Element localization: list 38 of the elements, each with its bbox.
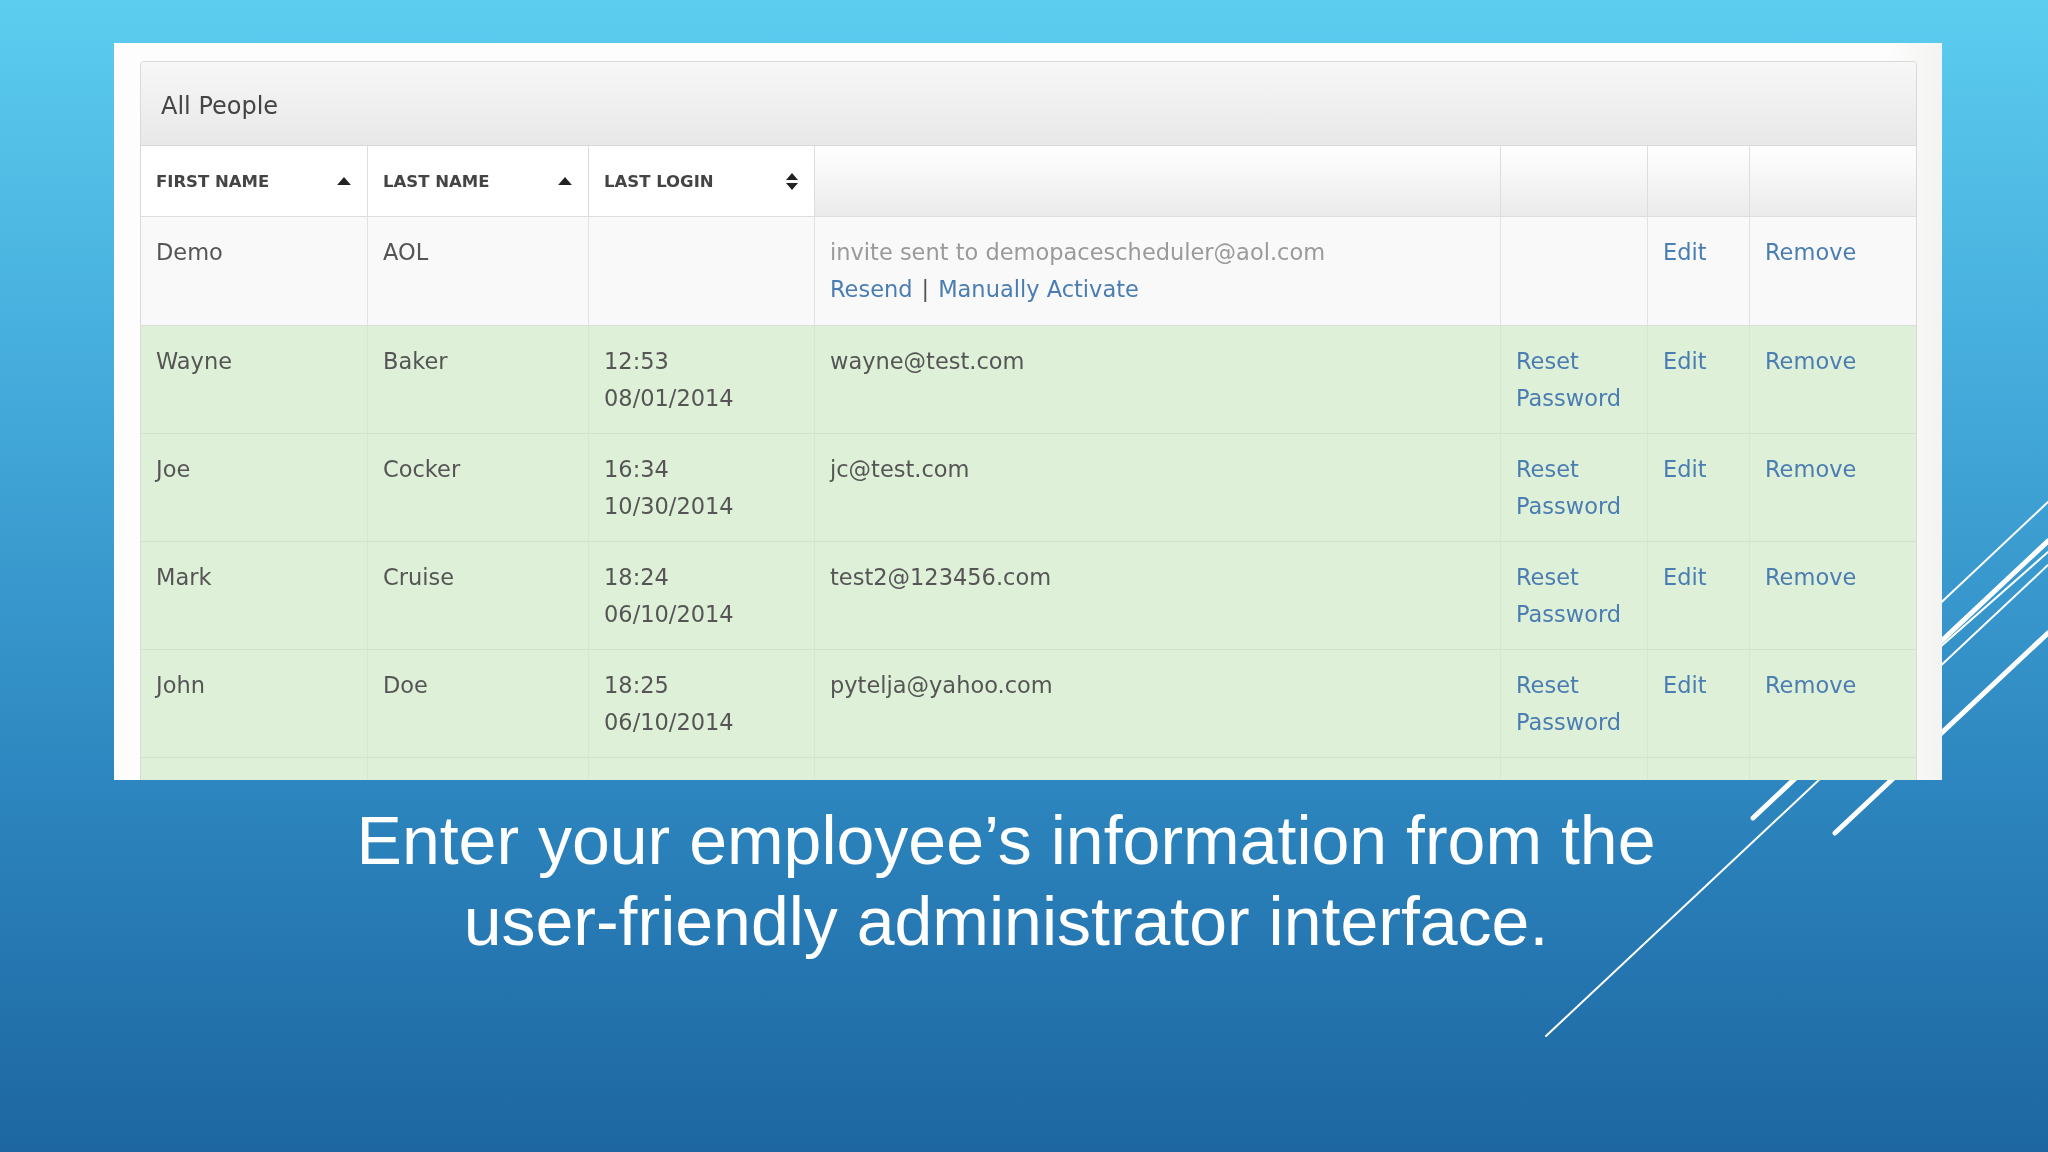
reset-password-link[interactable]: Reset Password [1516,451,1622,525]
reset-password-link[interactable]: Reset Password [1516,559,1622,633]
link-separator: | [921,275,930,304]
invite-action-link[interactable]: Manually Activate [938,271,1139,308]
edit-link[interactable]: Edit [1663,239,1707,265]
last-name: AOL [383,239,429,265]
last-name: Cocker [383,456,461,482]
email-address: pytelja@yahoo.com [830,672,1053,698]
first-name: Demo [156,239,223,265]
last-name: Cruise [383,564,455,590]
last-login: 18:25 06/10/2014 [604,671,734,737]
last-login: 16:34 10/30/2014 [604,455,734,521]
edit-link[interactable]: Edit [1663,456,1707,482]
first-name: Wayne [156,348,232,374]
invite-action-link[interactable]: Resend [830,271,913,308]
panel-title: All People [161,91,279,120]
edit-link[interactable]: Edit [1663,564,1707,590]
first-name: Joe [156,456,191,482]
remove-link[interactable]: Remove [1765,348,1857,374]
remove-link[interactable]: Remove [1765,564,1857,590]
edit-link[interactable]: Edit [1663,672,1707,698]
reset-password-link[interactable]: Reset Password [1516,667,1622,741]
first-name: Mark [156,564,212,590]
email-address: wayne@test.com [830,348,1025,374]
email-address: jc@test.com [830,456,970,482]
invite-note: invite sent to demopacescheduler@aol.com [830,239,1326,265]
last-name: Doe [383,672,428,698]
remove-link[interactable]: Remove [1765,239,1857,265]
remove-link[interactable]: Remove [1765,456,1857,482]
first-name: John [156,672,205,698]
remove-link[interactable]: Remove [1765,672,1857,698]
last-login: 18:24 06/10/2014 [604,563,734,629]
edit-link[interactable]: Edit [1663,348,1707,374]
email-address: test2@123456.com [830,564,1052,590]
slide-caption: Enter your employee’s information from the user-friendly administrator interface. [355,801,1657,961]
reset-password-link[interactable]: Reset Password [1516,343,1622,417]
last-name: Baker [383,348,448,374]
last-login: 12:53 08/01/2014 [604,347,734,413]
